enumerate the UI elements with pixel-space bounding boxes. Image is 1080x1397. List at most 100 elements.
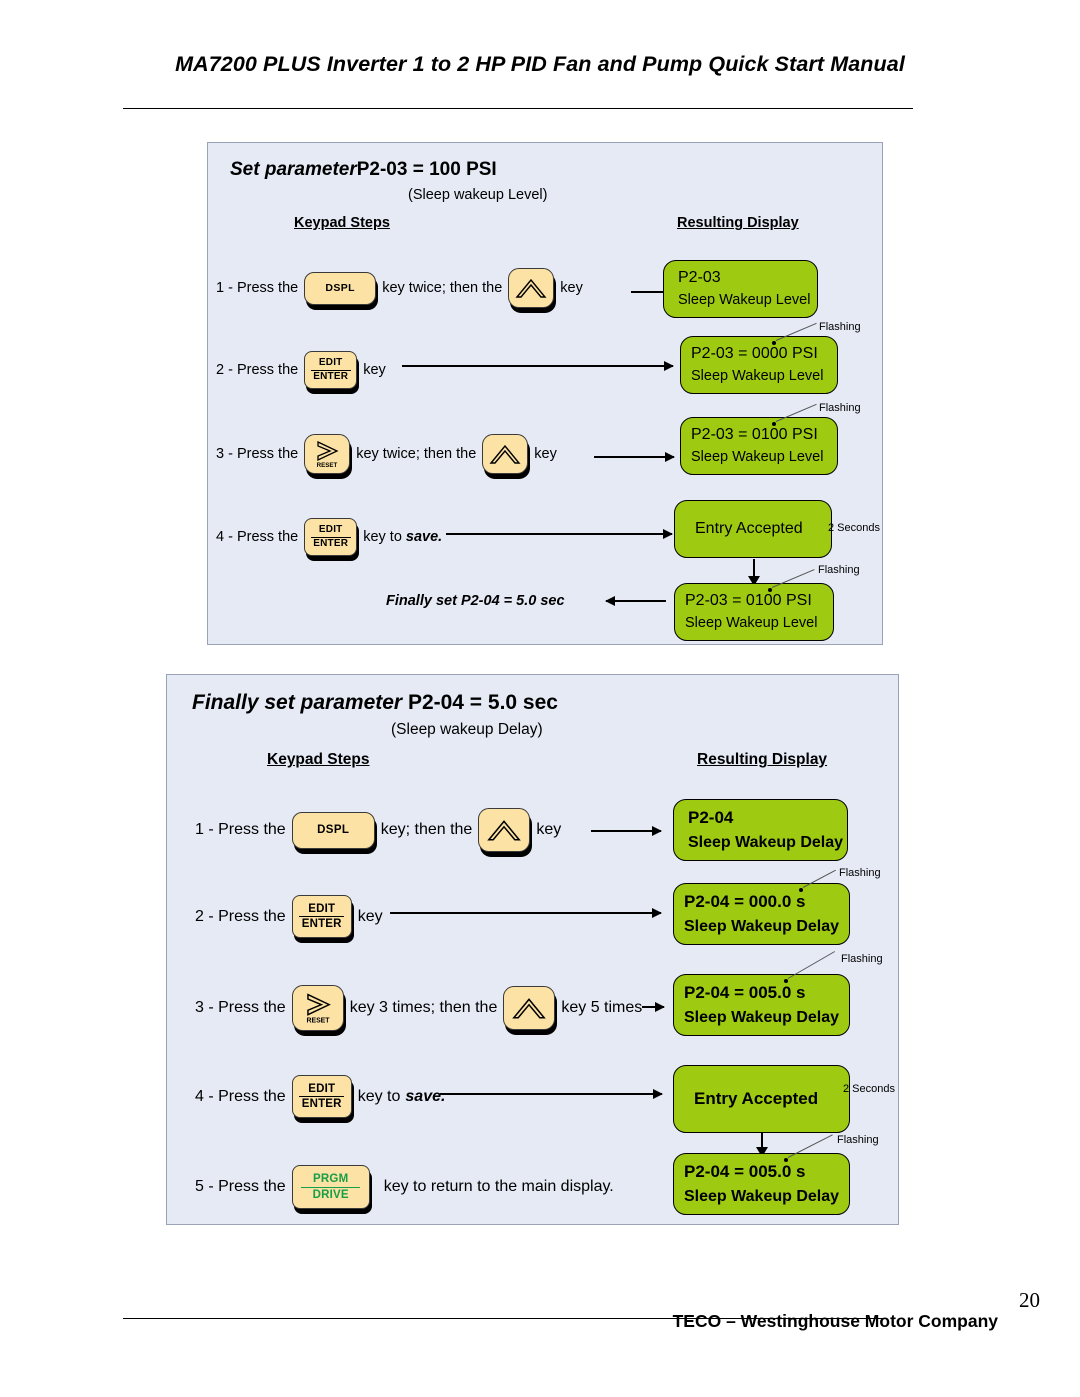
panel2-display-5-line1: P2-04 = 005.0 s: [684, 1162, 806, 1182]
panel1-arrow-3: [594, 456, 674, 458]
flashing-dot: [799, 888, 803, 892]
panel2-step-5: 5 - Press the PRGM DRIVE key to return t…: [195, 1165, 614, 1209]
panel2-arrow-4: [440, 1093, 662, 1095]
flashing-label: Flashing: [818, 564, 860, 576]
reset-key[interactable]: RESET: [291, 985, 344, 1031]
flashing-label: Flashing: [819, 321, 861, 333]
panel2-display-1: P2-04 Sleep Wakeup Delay: [673, 799, 848, 861]
panel1-step-4: 4 - Press the EDIT ENTER key to save.: [216, 518, 442, 556]
reset-chevron-icon: RESET: [306, 993, 331, 1025]
up-arrow-key[interactable]: [503, 986, 556, 1030]
panel-set-p2-04: Finally set parameter P2-04 = 5.0 sec (S…: [166, 674, 899, 1225]
panel1-display-5: P2-03 = 0100 PSI Sleep Wakeup Level: [674, 583, 834, 641]
flashing-label: Flashing: [819, 402, 861, 414]
panel2-step-5-tail: key to return to the main display.: [383, 1178, 614, 1195]
dspl-key[interactable]: DSPL: [291, 811, 375, 849]
up-arrow-icon: [487, 820, 522, 841]
edit-enter-key-top-label: EDIT: [308, 1082, 336, 1095]
panel1-display-2: P2-03 = 0000 PSI Sleep Wakeup Level: [680, 336, 838, 394]
up-arrow-key[interactable]: [482, 434, 529, 474]
dspl-key[interactable]: DSPL: [304, 271, 377, 305]
panel2-step-4-save: save.: [405, 1087, 446, 1105]
panel1-display-1: P2-03 Sleep Wakeup Level: [663, 260, 818, 318]
panel2-display-3-line2: Sleep Wakeup Delay: [684, 1008, 840, 1026]
panel1-display-3-line2: Sleep Wakeup Level: [691, 449, 824, 466]
up-arrow-icon: [489, 444, 521, 464]
panel1-display-4-line1: Entry Accepted: [695, 520, 803, 537]
panel2-display-5-line2: Sleep Wakeup Delay: [684, 1187, 840, 1205]
panel1-arrow-2: [402, 365, 673, 367]
panel1-display-3: P2-03 = 0100 PSI Sleep Wakeup Level: [680, 417, 838, 475]
edit-enter-key[interactable]: EDIT ENTER: [304, 518, 358, 556]
edit-enter-key-top-label: EDIT: [318, 523, 343, 535]
edit-enter-key[interactable]: EDIT ENTER: [291, 1075, 352, 1118]
panel1-display-2-line1: P2-03 = 0000 PSI: [691, 345, 818, 363]
panel1-step-3-number: 3 - Press the: [216, 446, 299, 462]
panel2-display-1-line1: P2-04: [688, 808, 734, 828]
panel1-title: Set parameterP2-03 = 100 PSI: [230, 159, 497, 181]
key-divider: [299, 1096, 345, 1097]
prgm-drive-key[interactable]: PRGM DRIVE: [291, 1165, 370, 1209]
panel1-step-4-tail: key to: [363, 529, 402, 545]
panel2-step-2-number: 2 - Press the: [195, 907, 286, 925]
panel2-col-keypad-steps: Keypad Steps: [267, 751, 370, 768]
edit-enter-key[interactable]: EDIT ENTER: [291, 895, 352, 938]
panel2-step-5-number: 5 - Press the: [195, 1178, 286, 1195]
panel2-arrow-2: [390, 912, 661, 914]
panel1-step-4-number: 4 - Press the: [216, 529, 299, 545]
panel1-col-resulting-display: Resulting Display: [677, 215, 799, 231]
flashing-label: Flashing: [839, 867, 881, 879]
panel1-step-3-tail: key: [534, 446, 557, 462]
panel1-display-1-line1: P2-03: [678, 269, 721, 287]
panel1-step-2-tail: key: [363, 362, 386, 378]
edit-enter-key[interactable]: EDIT ENTER: [304, 351, 358, 389]
panel1-step-2-number: 2 - Press the: [216, 362, 299, 378]
svg-text:RESET: RESET: [306, 1018, 330, 1025]
flashing-dot: [772, 341, 776, 345]
prgm-drive-key-bottom-label: DRIVE: [312, 1188, 349, 1201]
panel2-step-1: 1 - Press the DSPL key; then the key: [195, 808, 561, 852]
up-arrow-key[interactable]: [508, 268, 555, 308]
flashing-dot: [784, 1158, 788, 1162]
header-divider: [123, 108, 913, 109]
panel2-display-5: P2-04 = 005.0 s Sleep Wakeup Delay: [673, 1153, 850, 1215]
key-divider: [301, 1186, 361, 1188]
flashing-dot: [772, 422, 776, 426]
panel1-title-italic: Set parameter: [230, 159, 357, 180]
panel1-arrow-4: [446, 533, 672, 535]
panel2-step-1-number: 1 - Press the: [195, 821, 286, 838]
panel1-down-arrow: [753, 559, 755, 577]
dspl-key-label: DSPL: [317, 824, 350, 836]
panel2-step-3: 3 - Press the RESET key 3 times; then th…: [195, 985, 642, 1031]
panel1-title-plain: P2-03 = 100 PSI: [356, 159, 497, 180]
page-title: MA7200 PLUS Inverter 1 to 2 HP PID Fan a…: [175, 52, 905, 76]
panel2-step-3-number: 3 - Press the: [195, 999, 286, 1016]
panel1-step-3: 3 - Press the RESET key twice; then the …: [216, 434, 557, 474]
panel2-arrow-3: [642, 1006, 664, 1008]
document-header: MA7200 PLUS Inverter 1 to 2 HP PID Fan a…: [0, 52, 1080, 77]
panel2-display-3-line1: P2-04 = 005.0 s: [684, 983, 806, 1003]
panel2-step-4-number: 4 - Press the: [195, 1087, 286, 1105]
panel2-display-4: Entry Accepted: [673, 1065, 850, 1133]
panel1-step-1: 1 - Press the DSPL key twice; then the k…: [216, 268, 583, 308]
panel2-step-3-tail: key 5 times: [561, 999, 643, 1016]
panel2-title-italic: Finally set parameter: [192, 691, 403, 714]
two-seconds-label: 2 Seconds: [843, 1083, 895, 1095]
edit-enter-key-bottom-label: ENTER: [313, 370, 349, 382]
panel1-display-2-line2: Sleep Wakeup Level: [691, 368, 824, 385]
footer-company-name: TECO – Westinghouse Motor Company: [672, 1311, 998, 1331]
panel1-step-1-number: 1 - Press the: [216, 280, 299, 296]
panel2-step-1-tail: key: [536, 821, 562, 838]
up-arrow-key[interactable]: [478, 808, 531, 852]
panel1-final-note: Finally set P2-04 = 5.0 sec: [386, 593, 565, 609]
edit-enter-key-bottom-label: ENTER: [301, 918, 342, 930]
panel2-arrow-1: [591, 830, 661, 832]
page-number: 20: [1019, 1288, 1040, 1312]
edit-enter-key-top-label: EDIT: [308, 902, 336, 915]
panel2-display-2-line2: Sleep Wakeup Delay: [684, 917, 840, 935]
key-divider: [299, 916, 345, 917]
panel2-col-resulting-display: Resulting Display: [697, 751, 828, 768]
reset-key[interactable]: RESET: [304, 434, 351, 474]
panel2-display-4-line1: Entry Accepted: [694, 1089, 819, 1109]
panel2-down-arrow: [761, 1133, 763, 1148]
